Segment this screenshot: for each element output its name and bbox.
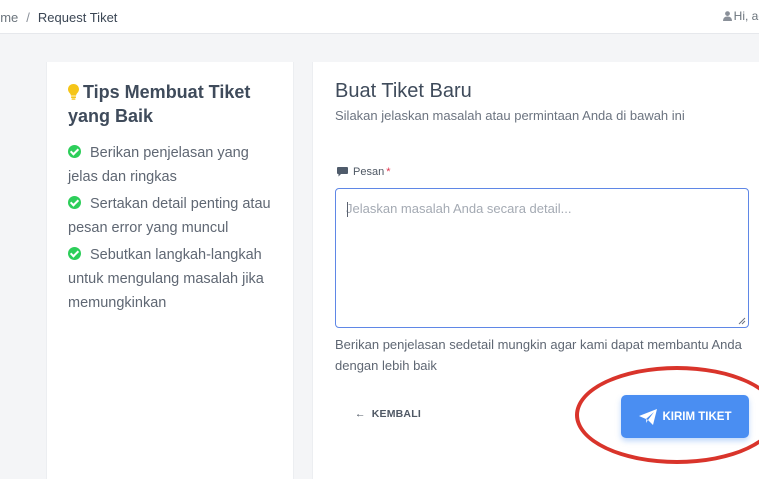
- resize-handle-icon[interactable]: [738, 317, 746, 325]
- text-cursor: [347, 202, 348, 217]
- tip-item: Berikan penjelasan yang jelas dan ringka…: [68, 141, 278, 189]
- tip-item-text: Berikan penjelasan yang jelas dan ringka…: [68, 145, 249, 185]
- top-bar: ome / Request Tiket Hi, adr: [0, 0, 759, 34]
- breadcrumb: ome / Request Tiket: [0, 10, 117, 25]
- tip-item: Sertakan detail penting atau pesan error…: [68, 192, 278, 240]
- lightbulb-icon: [68, 84, 79, 100]
- check-circle-icon: [68, 247, 81, 260]
- user-greeting: Hi, adr: [733, 9, 759, 23]
- comment-icon: [337, 167, 348, 177]
- message-label: Pesan *: [337, 166, 390, 178]
- tip-item-text: Sebutkan langkah-langkah untuk mengulang…: [68, 247, 264, 311]
- tip-item-text: Sertakan detail penting atau pesan error…: [68, 196, 271, 236]
- tips-card: Tips Membuat Tiket yang Baik Berikan pen…: [46, 62, 294, 479]
- breadcrumb-separator: /: [26, 10, 30, 25]
- tip-item: Sebutkan langkah-langkah untuk mengulang…: [68, 243, 278, 315]
- user-icon: [722, 11, 732, 21]
- breadcrumb-home-link[interactable]: ome: [0, 10, 18, 25]
- breadcrumb-current: Request Tiket: [37, 10, 118, 25]
- check-circle-icon: [68, 145, 81, 158]
- tips-title: Tips Membuat Tiket yang Baik: [68, 80, 278, 128]
- arrow-left-icon: ←: [355, 408, 366, 420]
- user-menu[interactable]: Hi, adr: [722, 9, 759, 23]
- back-button-label: KEMBALI: [371, 408, 421, 420]
- tips-list: Berikan penjelasan yang jelas dan ringka…: [68, 141, 278, 318]
- check-circle-icon: [68, 196, 81, 209]
- message-label-text: Pesan: [353, 166, 385, 178]
- message-placeholder: Jelaskan masalah Anda secara detail...: [346, 201, 572, 216]
- message-textarea[interactable]: Jelaskan masalah Anda secara detail...: [335, 188, 749, 328]
- form-title: Buat Tiket Baru: [335, 80, 472, 102]
- back-button[interactable]: ← KEMBALI: [355, 408, 421, 420]
- required-marker: *: [386, 166, 391, 178]
- form-subtitle: Silakan jelaskan masalah atau permintaan…: [335, 108, 685, 123]
- tips-title-text: Tips Membuat Tiket yang Baik: [68, 82, 251, 126]
